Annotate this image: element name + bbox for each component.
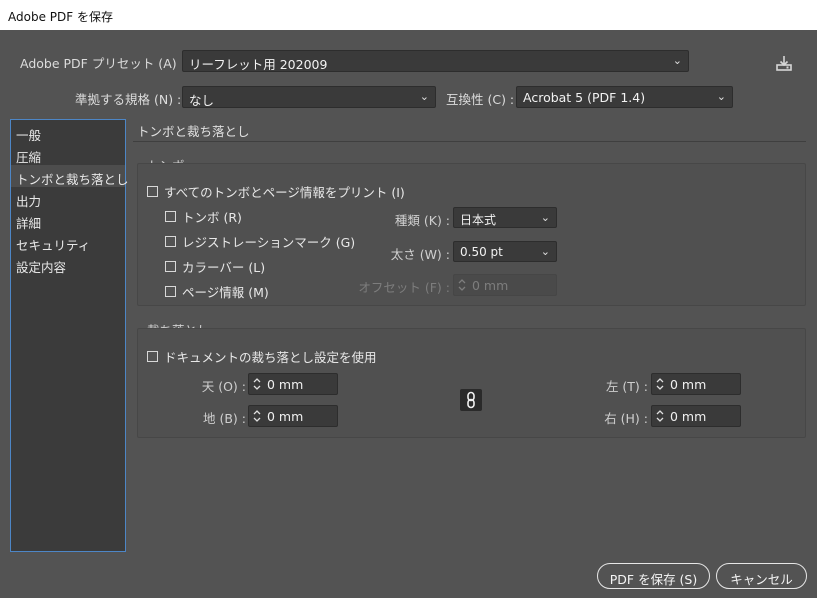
stepper-arrows-icon[interactable] — [252, 408, 262, 424]
bleed-right-label: 右 (H) : — [604, 411, 648, 426]
preset-value: リーフレット用 202009 — [189, 57, 328, 72]
save-preset-icon[interactable] — [775, 54, 793, 72]
all-marks-label: すべてのトンボとページ情報をプリント (I) — [164, 185, 405, 200]
window-title: Adobe PDF を保存 — [8, 10, 113, 24]
stepper-arrows-icon[interactable] — [252, 376, 262, 392]
chevron-down-icon: ⌄ — [419, 90, 429, 103]
checkbox-box[interactable] — [165, 211, 176, 222]
bleed-left-label: 左 (T) : — [605, 379, 648, 394]
use-doc-bleed-label: ドキュメントの裁ち落とし設定を使用 — [164, 350, 377, 365]
all-marks-checkbox[interactable]: すべてのトンボとページ情報をプリント (I) — [147, 182, 405, 201]
preset-select[interactable]: リーフレット用 202009 ⌄ — [182, 50, 689, 72]
page-info-label: ページ情報 (M) — [182, 285, 269, 300]
type-value: 日本式 — [460, 213, 497, 227]
page-info-checkbox[interactable]: ページ情報 (M) — [165, 282, 269, 301]
compat-select[interactable]: Acrobat 5 (PDF 1.4) ⌄ — [516, 86, 733, 108]
bleed-right-value: 0 mm — [670, 409, 707, 424]
checkbox-box[interactable] — [165, 261, 176, 272]
sidebar: 一般 圧縮 トンボと裁ち落とし 出力 詳細 セキュリティ 設定内容 — [10, 119, 129, 552]
bleed-left-value: 0 mm — [670, 377, 707, 392]
bleed-left-stepper[interactable]: 0 mm — [651, 373, 741, 395]
bleed-bottom-label: 地 (B) : — [203, 411, 246, 426]
compat-value: Acrobat 5 (PDF 1.4) — [523, 90, 646, 105]
registration-marks-label: レジストレーションマーク (G) — [182, 235, 356, 250]
offset-stepper: 0 mm — [453, 274, 557, 296]
checkbox-box[interactable] — [147, 186, 158, 197]
sidebar-item-security[interactable]: セキュリティ — [11, 231, 125, 253]
divider — [133, 141, 806, 142]
standard-label: 準拠する規格 (N) : — [75, 92, 182, 107]
sidebar-item-general[interactable]: 一般 — [11, 121, 125, 143]
sidebar-item-output[interactable]: 出力 — [11, 187, 125, 209]
color-bars-label: カラーバー (L) — [182, 260, 266, 275]
window-titlebar: Adobe PDF を保存 — [0, 0, 817, 30]
bleed-bottom-stepper[interactable]: 0 mm — [248, 405, 338, 427]
chain-link-icon — [467, 391, 475, 409]
weight-select[interactable]: 0.50 pt ⌄ — [453, 241, 557, 262]
standard-select[interactable]: なし ⌄ — [182, 86, 436, 108]
save-pdf-button[interactable]: PDF を保存 (S) — [597, 563, 710, 589]
checkbox-box[interactable] — [147, 351, 158, 362]
preset-label: Adobe PDF プリセット (A) : — [20, 56, 185, 71]
type-select[interactable]: 日本式 ⌄ — [453, 207, 557, 228]
bleed-right-stepper[interactable]: 0 mm — [651, 405, 741, 427]
color-bars-checkbox[interactable]: カラーバー (L) — [165, 257, 265, 276]
compat-label: 互換性 (C) : — [446, 92, 515, 107]
standard-value: なし — [189, 93, 215, 108]
bleed-top-label: 天 (O) : — [201, 379, 246, 394]
stepper-arrows-icon[interactable] — [655, 408, 665, 424]
stepper-arrows-icon — [458, 279, 466, 291]
offset-value: 0 mm — [472, 278, 509, 293]
trim-marks-checkbox[interactable]: トンボ (R) — [165, 207, 242, 226]
chevron-down-icon: ⌄ — [540, 245, 550, 258]
sidebar-item-marks-bleeds[interactable]: トンボと裁ち落とし — [11, 165, 129, 187]
bleed-top-value: 0 mm — [267, 377, 304, 392]
cancel-button[interactable]: キャンセル — [716, 563, 807, 589]
bleed-top-stepper[interactable]: 0 mm — [248, 373, 338, 395]
sidebar-item-advanced[interactable]: 詳細 — [11, 209, 125, 231]
weight-value: 0.50 pt — [460, 245, 503, 259]
sidebar-item-compression[interactable]: 圧縮 — [11, 143, 125, 165]
bleed-bottom-value: 0 mm — [267, 409, 304, 424]
checkbox-box[interactable] — [165, 286, 176, 297]
offset-label: オフセット (F) : — [358, 280, 450, 295]
page-title: トンボと裁ち落とし — [137, 124, 250, 139]
use-doc-bleed-checkbox[interactable]: ドキュメントの裁ち落とし設定を使用 — [147, 347, 377, 366]
registration-marks-checkbox[interactable]: レジストレーションマーク (G) — [165, 232, 355, 251]
weight-label: 太さ (W) : — [390, 247, 450, 262]
link-bleed-button[interactable] — [460, 389, 482, 411]
chevron-down-icon: ⌄ — [672, 54, 682, 67]
chevron-down-icon: ⌄ — [540, 211, 550, 224]
trim-marks-label: トンボ (R) — [182, 210, 242, 225]
chevron-down-icon: ⌄ — [716, 90, 726, 103]
type-label: 種類 (K) : — [394, 213, 450, 228]
checkbox-box[interactable] — [165, 236, 176, 247]
sidebar-item-summary[interactable]: 設定内容 — [11, 253, 125, 275]
stepper-arrows-icon[interactable] — [655, 376, 665, 392]
